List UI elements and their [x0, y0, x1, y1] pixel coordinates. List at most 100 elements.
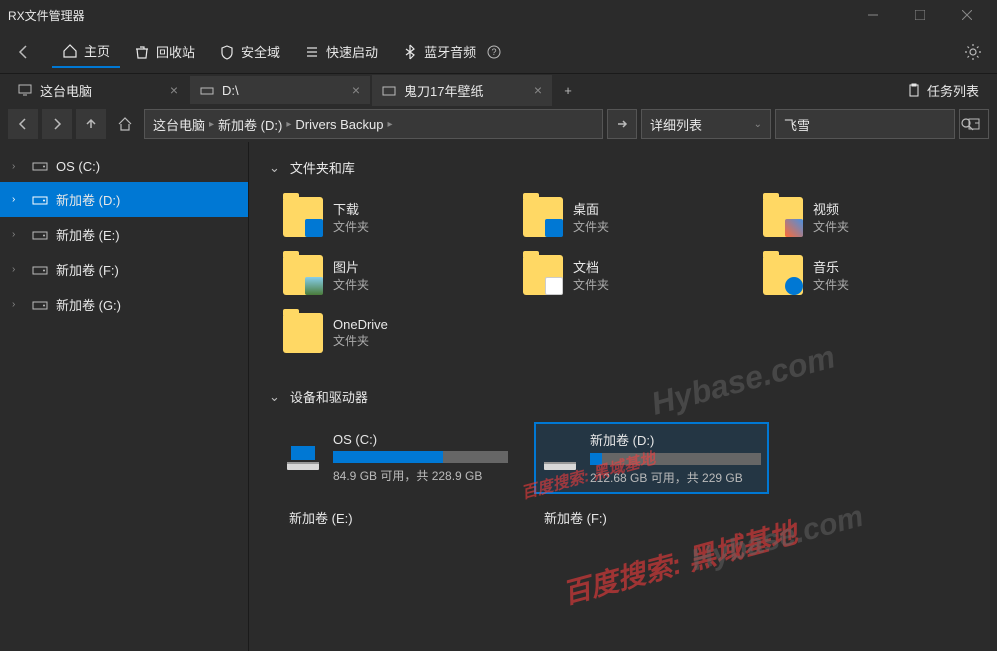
- menubar: 主页 回收站 安全域 快速启动 蓝牙音频 ?: [0, 30, 997, 74]
- folder-name: 视频: [813, 199, 849, 218]
- chevron-right-icon: ▸: [388, 119, 393, 130]
- section-drives-header[interactable]: ⌄ 设备和驱动器: [269, 387, 977, 406]
- main-content: ⌄ 文件夹和库 下载 文件夹 桌面 文件夹 视频 文件夹 图片 文件夹 文档 文…: [248, 142, 997, 651]
- help-icon: ?: [486, 44, 502, 60]
- folder-name: 桌面: [573, 199, 609, 218]
- breadcrumb-part[interactable]: 新加卷 (D:): [218, 115, 282, 134]
- view-mode-select[interactable]: 详细列表 ⌄: [641, 109, 771, 139]
- chevron-right-icon: ›: [12, 161, 24, 172]
- folder-icon: [283, 313, 323, 353]
- minimize-button[interactable]: [850, 0, 895, 30]
- chevron-right-icon: ›: [12, 264, 24, 275]
- chevron-down-icon: ⌄: [269, 389, 280, 405]
- folder-name: 音乐: [813, 257, 849, 276]
- drive-icon: [32, 227, 48, 243]
- sidebar-item-drive-d[interactable]: › 新加卷 (D:): [0, 182, 248, 217]
- settings-button[interactable]: [957, 36, 989, 68]
- breadcrumb-part[interactable]: Drivers Backup: [295, 117, 383, 132]
- nav-forward-button[interactable]: [42, 109, 72, 139]
- shield-icon: [219, 44, 235, 60]
- menu-bluetooth[interactable]: 蓝牙音频 ?: [392, 36, 512, 67]
- fullscreen-button[interactable]: [959, 109, 989, 139]
- drive-icon: [32, 158, 48, 174]
- folder-overlay-icon: [785, 219, 803, 237]
- drive-item[interactable]: OS (C:) 84.9 GB 可用，共 228.9 GB: [279, 422, 514, 494]
- tab-this-pc[interactable]: 这台电脑 ×: [8, 75, 188, 106]
- titlebar: RX文件管理器: [0, 0, 997, 30]
- clipboard-icon: [907, 83, 921, 97]
- folder-item[interactable]: 桌面 文件夹: [519, 193, 719, 241]
- folder-icon: [283, 255, 323, 295]
- chevron-right-icon: ▸: [286, 119, 291, 130]
- breadcrumb[interactable]: 这台电脑 ▸ 新加卷 (D:) ▸ Drivers Backup ▸: [144, 109, 603, 139]
- close-button[interactable]: [944, 0, 989, 30]
- sidebar-item-drive-e[interactable]: › 新加卷 (E:): [0, 217, 248, 252]
- maximize-button[interactable]: [897, 0, 942, 30]
- nav-up-button[interactable]: [76, 109, 106, 139]
- folder-item[interactable]: 文档 文件夹: [519, 251, 719, 299]
- menu-safezone[interactable]: 安全域: [209, 36, 290, 67]
- folder-item[interactable]: 下载 文件夹: [279, 193, 479, 241]
- menu-quicklaunch[interactable]: 快速启动: [294, 36, 388, 67]
- search-box[interactable]: [775, 109, 955, 139]
- drive-icon: [32, 192, 48, 208]
- section-folders-header[interactable]: ⌄ 文件夹和库: [269, 158, 977, 177]
- sidebar-item-drive-f[interactable]: › 新加卷 (F:): [0, 252, 248, 287]
- folder-item[interactable]: 图片 文件夹: [279, 251, 479, 299]
- nav-go-button[interactable]: [607, 109, 637, 139]
- drive-icon: [32, 262, 48, 278]
- sidebar-item-label: 新加卷 (F:): [56, 260, 119, 279]
- menu-bluetooth-label: 蓝牙音频: [424, 42, 476, 61]
- drive-item[interactable]: 新加卷 (D:) 212.68 GB 可用，共 229 GB: [534, 422, 769, 494]
- navbar: 这台电脑 ▸ 新加卷 (D:) ▸ Drivers Backup ▸ 详细列表 …: [0, 106, 997, 142]
- menu-home-label: 主页: [84, 41, 110, 60]
- chevron-right-icon: ›: [12, 299, 24, 310]
- sidebar-item-label: 新加卷 (E:): [56, 225, 120, 244]
- folder-icon: [523, 197, 563, 237]
- tab-folder[interactable]: 鬼刀17年壁纸 ×: [372, 75, 552, 106]
- folder-name: 图片: [333, 257, 369, 276]
- menu-home[interactable]: 主页: [52, 35, 120, 68]
- folder-type: 文件夹: [333, 276, 369, 293]
- folder-item[interactable]: 音乐 文件夹: [759, 251, 959, 299]
- quicklaunch-icon: [304, 44, 320, 60]
- breadcrumb-part[interactable]: 这台电脑: [153, 115, 205, 134]
- svg-text:?: ?: [492, 47, 497, 57]
- tasklist-button[interactable]: 任务列表: [897, 75, 989, 106]
- chevron-right-icon: ▸: [209, 119, 214, 130]
- drive-icon: [285, 444, 321, 472]
- new-tab-button[interactable]: +: [554, 76, 582, 104]
- back-arrow-button[interactable]: [8, 36, 40, 68]
- folder-item[interactable]: OneDrive 文件夹: [279, 309, 479, 357]
- tab-label: 这台电脑: [40, 81, 92, 100]
- nav-home-button[interactable]: [110, 109, 140, 139]
- tab-close-button[interactable]: ×: [534, 82, 542, 98]
- sidebar-item-label: 新加卷 (D:): [56, 190, 120, 209]
- folder-overlay-icon: [545, 277, 563, 295]
- tab-label: 鬼刀17年壁纸: [404, 81, 483, 100]
- drive-icon: [542, 444, 578, 472]
- folder-overlay-icon: [785, 277, 803, 295]
- section-title: 设备和驱动器: [290, 387, 368, 406]
- menu-recycle[interactable]: 回收站: [124, 36, 205, 67]
- gear-icon: [964, 43, 982, 61]
- tab-close-button[interactable]: ×: [352, 82, 360, 98]
- search-input[interactable]: [784, 117, 960, 132]
- folder-type: 文件夹: [573, 276, 609, 293]
- sidebar-item-label: 新加卷 (G:): [56, 295, 121, 314]
- drive-item[interactable]: 新加卷 (E:): [279, 502, 514, 533]
- folder-type: 文件夹: [813, 276, 849, 293]
- tasklist-label: 任务列表: [927, 81, 979, 100]
- sidebar-item-label: OS (C:): [56, 159, 100, 174]
- home-icon: [62, 43, 78, 59]
- drive-name: 新加卷 (D:): [590, 430, 761, 449]
- tab-drive-d[interactable]: D:\ ×: [190, 76, 370, 104]
- sidebar-item-drive-g[interactable]: › 新加卷 (G:): [0, 287, 248, 322]
- folder-item[interactable]: 视频 文件夹: [759, 193, 959, 241]
- nav-back-button[interactable]: [8, 109, 38, 139]
- folder-type: 文件夹: [333, 218, 369, 235]
- tabbar: 这台电脑 × D:\ × 鬼刀17年壁纸 × + 任务列表: [0, 74, 997, 106]
- sidebar-item-drive-c[interactable]: › OS (C:): [0, 150, 248, 182]
- tab-close-button[interactable]: ×: [170, 82, 178, 98]
- drive-item[interactable]: 新加卷 (F:): [534, 502, 769, 533]
